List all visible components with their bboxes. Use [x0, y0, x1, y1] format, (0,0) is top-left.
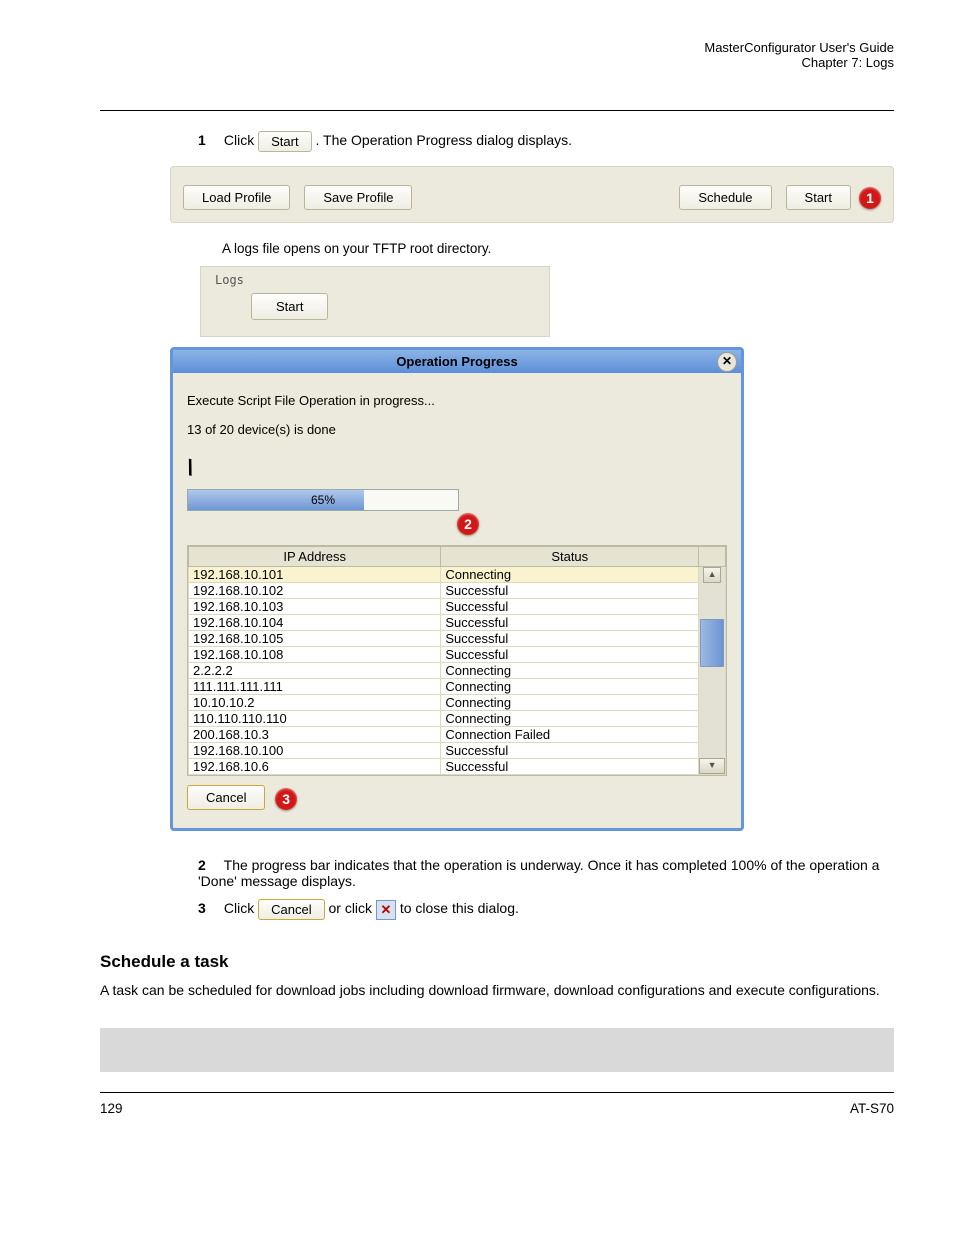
footer-rule [100, 1092, 894, 1093]
schedule-task-para: A task can be scheduled for download job… [100, 980, 894, 1000]
table-row: 192.168.10.102Successful [189, 583, 726, 599]
page-number: 129 [100, 1101, 123, 1116]
status-cell: Connecting [441, 679, 699, 695]
ip-cell: 192.168.10.108 [189, 647, 441, 663]
cancel-button-inline: Cancel [258, 899, 324, 920]
step-3-text-c: to close this dialog. [400, 900, 519, 916]
step-1-tail: . The Operation Progress dialog displays… [315, 132, 572, 148]
step-2-text: The progress bar indicates that the oper… [198, 857, 879, 889]
operation-progress-dialog: Operation Progress ✕ Execute Script File… [170, 347, 744, 831]
status-cell: Successful [441, 583, 699, 599]
status-table: IP Address Status 192.168.10.101Connecti… [187, 545, 727, 776]
callout-2: 2 [457, 513, 479, 535]
ip-cell: 192.168.10.101 [189, 567, 441, 583]
step-2-num: 2 [198, 857, 220, 873]
dialog-title-text: Operation Progress [396, 354, 517, 369]
table-row: 200.168.10.3Connection Failed [189, 727, 726, 743]
table-row: 192.168.10.103Successful [189, 599, 726, 615]
scroll-down-icon[interactable]: ▼ [699, 758, 725, 774]
status-cell: Successful [441, 631, 699, 647]
header-rule [100, 110, 894, 111]
load-profile-button[interactable]: Load Profile [183, 185, 290, 210]
table-row: 192.168.10.6Successful [189, 759, 726, 775]
step-3-num: 3 [198, 900, 220, 916]
step-3: 3 Click Cancel or click ✕ to close this … [198, 899, 894, 920]
step-1-text: Click [224, 132, 258, 148]
step-1: 1 Click Start . The Operation Progress d… [198, 131, 894, 152]
dialog-progress-count: 13 of 20 device(s) is done [187, 422, 727, 437]
dialog-message: Execute Script File Operation in progres… [187, 393, 727, 408]
status-cell: Successful [441, 615, 699, 631]
ip-cell: 200.168.10.3 [189, 727, 441, 743]
logs-panel: Logs Start [200, 266, 550, 337]
ip-cell: 192.168.10.103 [189, 599, 441, 615]
scroll-thumb[interactable] [700, 619, 724, 667]
ip-cell: 192.168.10.102 [189, 583, 441, 599]
start-button-inline: Start [258, 131, 311, 152]
status-cell: Connecting [441, 711, 699, 727]
cancel-button[interactable]: Cancel [187, 785, 265, 810]
ip-cell: 2.2.2.2 [189, 663, 441, 679]
scrollbar[interactable]: ▲▼ [699, 567, 726, 775]
ip-cell: 192.168.10.105 [189, 631, 441, 647]
status-cell: Connecting [441, 663, 699, 679]
toolbar-screenshot: Load Profile Save Profile Schedule Start… [170, 166, 894, 223]
step-2: 2 The progress bar indicates that the op… [198, 857, 894, 889]
table-row: 2.2.2.2Connecting [189, 663, 726, 679]
schedule-task-heading: Schedule a task [100, 952, 894, 972]
status-cell: Connecting [441, 567, 699, 583]
callout-3: 3 [275, 788, 297, 810]
status-cell: Successful [441, 599, 699, 615]
status-cell: Connecting [441, 695, 699, 711]
start-button[interactable]: Start [786, 185, 851, 210]
logs-hint: A logs file opens on your TFTP root dire… [222, 241, 894, 256]
status-cell: Successful [441, 647, 699, 663]
scroll-up-icon[interactable]: ▲ [703, 567, 721, 583]
footer-product: AT-S70 [850, 1101, 894, 1116]
logs-label: Logs [215, 273, 244, 287]
col-ip-header: IP Address [189, 547, 441, 567]
ip-cell: 111.111.111.111 [189, 679, 441, 695]
table-row: 192.168.10.108Successful [189, 647, 726, 663]
doc-title: MasterConfigurator User's Guide [704, 40, 894, 55]
chapter-label: Chapter 7: Logs [801, 55, 894, 70]
ip-cell: 110.110.110.110 [189, 711, 441, 727]
dialog-titlebar: Operation Progress ✕ [173, 350, 741, 373]
table-row: 192.168.10.104Successful [189, 615, 726, 631]
table-row: 111.111.111.111Connecting [189, 679, 726, 695]
status-cell: Connection Failed [441, 727, 699, 743]
table-row: 110.110.110.110Connecting [189, 711, 726, 727]
progress-percent: 65% [188, 493, 458, 507]
table-row: 10.10.10.2Connecting [189, 695, 726, 711]
schedule-button[interactable]: Schedule [679, 185, 771, 210]
table-row: 192.168.10.105Successful [189, 631, 726, 647]
save-profile-button[interactable]: Save Profile [304, 185, 412, 210]
step-3-text-a: Click [224, 900, 258, 916]
table-row: 192.168.10.101Connecting▲▼ [189, 567, 726, 583]
ip-cell: 192.168.10.6 [189, 759, 441, 775]
step-3-text-b: or click [328, 900, 375, 916]
status-cell: Successful [441, 743, 699, 759]
step-1-num: 1 [198, 132, 220, 148]
ip-cell: 10.10.10.2 [189, 695, 441, 711]
close-icon[interactable]: ✕ [717, 352, 737, 372]
ip-cell: 192.168.10.104 [189, 615, 441, 631]
progress-bar: 65% [187, 489, 459, 511]
ip-cell: 192.168.10.100 [189, 743, 441, 759]
table-row: 192.168.10.100Successful [189, 743, 726, 759]
footer-block [100, 1028, 894, 1072]
status-cell: Successful [441, 759, 699, 775]
start-button-logs[interactable]: Start [251, 293, 328, 320]
spinner-icon: \ [185, 455, 196, 482]
callout-1: 1 [859, 187, 881, 209]
col-status-header: Status [441, 547, 699, 567]
close-icon-inline: ✕ [376, 900, 396, 920]
